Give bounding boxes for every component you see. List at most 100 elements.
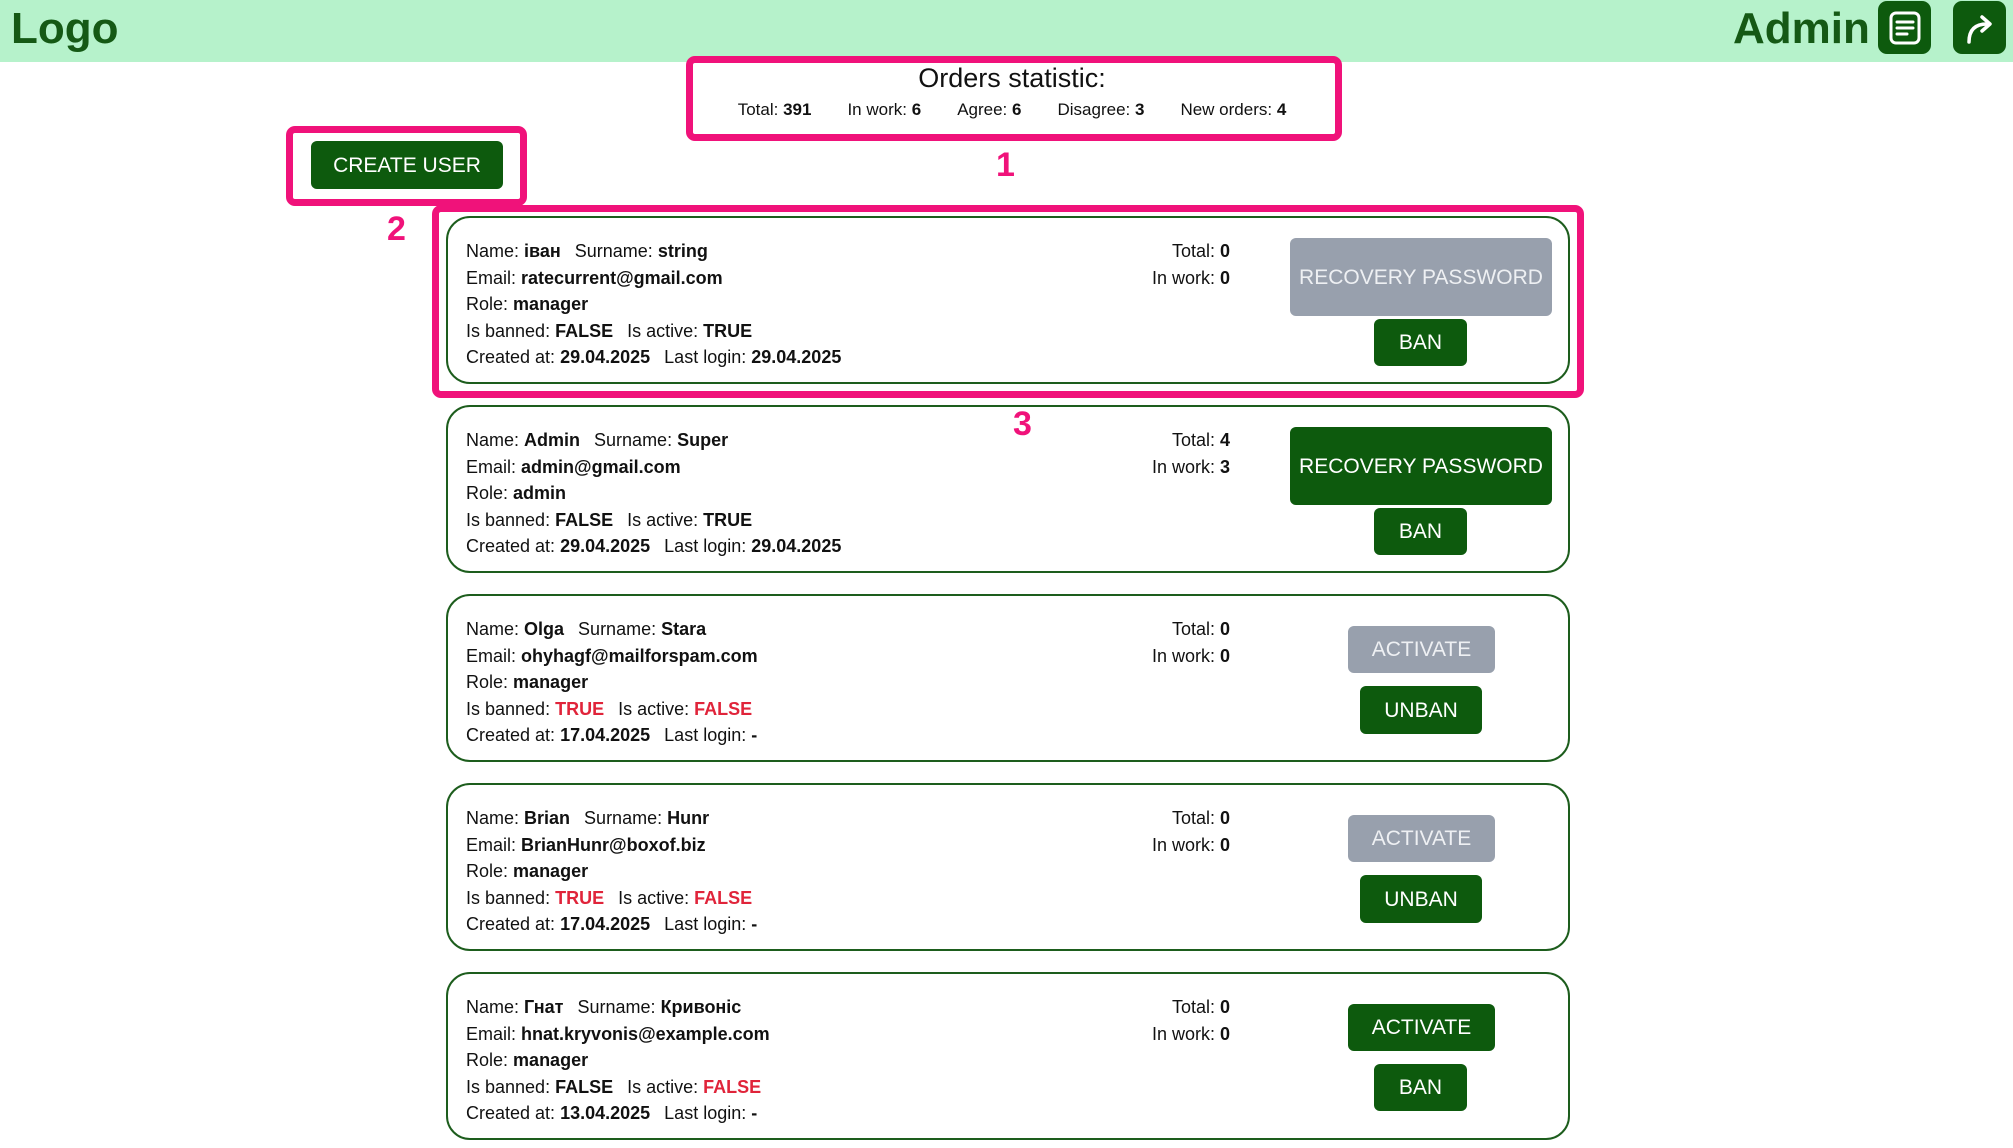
activate-button[interactable]: ACTIVATE [1348,815,1495,862]
is-banned-value: FALSE [555,320,614,341]
role-line: Role: admin [466,483,567,503]
user-total-orders: 0 [1219,997,1230,1017]
unban-button[interactable]: UNBAN [1360,686,1482,734]
recovery-password-button[interactable]: RECOVERY PASSWORD [1290,238,1552,316]
user-total-orders: 0 [1219,241,1230,261]
user-name: Гнат [524,997,564,1017]
user-name: Admin [524,430,581,450]
user-email: hnat.kryvonis@example.com [521,1023,770,1044]
user-role: admin [513,483,567,503]
user-in-work-orders: 0 [1219,645,1230,666]
user-name: Brian [524,808,571,828]
user-card: Name: Admin Surname: Super Email: admin@gm… [446,405,1570,573]
last-login: - [751,1103,758,1123]
user-role: manager [513,861,589,881]
user-role: manager [513,1050,589,1070]
user-order-stats: Total: 0 In work: 0 [1151,619,1230,666]
dates-line: Created at: 17.04.2025 Last login: - [466,914,758,934]
orders-statistic: Orders statistic: Total: 391 In work: 6 … [689,60,1335,130]
activate-button[interactable]: ACTIVATE [1348,626,1495,673]
created-at: 13.04.2025 [560,1103,651,1123]
created-at: 29.04.2025 [560,536,651,556]
annotation-label-2: 2 [387,210,406,248]
user-name: іван [524,241,561,261]
share-arrow-icon [1966,14,1992,44]
name-line: Name: іван Surname: string [466,241,708,261]
user-card: Name: іван Surname: string Email: ratecurr… [446,216,1570,384]
user-order-stats: Total: 0 In work: 0 [1151,997,1230,1044]
user-info: Name: Brian Surname: Hunr Email: BrianHunr… [466,805,757,938]
user-order-stats: Total: 4 In work: 3 [1151,430,1230,477]
dates-line: Created at: 29.04.2025 Last login: 29.04.… [466,347,842,367]
email-line: Email: admin@gmail.com [466,456,681,477]
user-info: Name: Гнат Surname: Кривоніс Email: hnat.k… [466,994,770,1127]
user-surname: Кривоніс [660,997,742,1017]
user-role-label: Admin [1733,4,1870,53]
created-at: 29.04.2025 [560,347,651,367]
user-card: Name: Brian Surname: Hunr Email: BrianHunr… [446,783,1570,951]
user-in-work-orders: 0 [1219,1023,1230,1044]
user-info: Name: Admin Surname: Super Email: admin@gm… [466,427,841,560]
ban-button[interactable]: BAN [1374,319,1467,366]
is-active-value: FALSE [703,1076,762,1097]
status-line: Is banned: TRUE Is active: FALSE [466,887,753,908]
email-line: Email: ratecurrent@gmail.com [466,267,723,288]
user-email: ohyhagf@mailforspam.com [521,645,758,666]
status-line: Is banned: FALSE Is active: TRUE [466,320,753,341]
stat-agree: Agree: 6 [957,100,1022,119]
role-line: Role: manager [466,861,589,881]
name-line: Name: Admin Surname: Super [466,430,729,450]
is-active-value: TRUE [703,509,753,530]
is-banned-value: TRUE [555,887,605,908]
user-email: ratecurrent@gmail.com [521,267,723,288]
role-line: Role: manager [466,1050,589,1070]
user-role: manager [513,294,589,314]
ban-button[interactable]: BAN [1374,1064,1467,1111]
orders-button[interactable] [1878,1,1931,54]
user-name: Olga [524,619,565,639]
email-line: Email: hnat.kryvonis@example.com [466,1023,770,1044]
user-surname: Hunr [667,808,710,828]
stats-row: Total: 391 In work: 6 Agree: 6 Disagree:… [689,100,1335,120]
user-order-stats: Total: 0 In work: 0 [1151,808,1230,855]
user-info: Name: іван Surname: string Email: ratecurr… [466,238,841,371]
top-bar: Logo Admin [0,0,2013,62]
is-banned-value: FALSE [555,1076,614,1097]
last-login: - [751,914,758,934]
user-surname: Super [677,430,729,450]
dates-line: Created at: 29.04.2025 Last login: 29.04.… [466,536,842,556]
activate-button[interactable]: ACTIVATE [1348,1004,1495,1051]
name-line: Name: Olga Surname: Stara [466,619,707,639]
user-info: Name: Olga Surname: Stara Email: ohyhagf@m… [466,616,758,749]
stat-in-work: In work: 6 [847,100,922,119]
role-line: Role: manager [466,672,589,692]
user-total-orders: 4 [1219,430,1230,450]
stats-title: Orders statistic: [918,63,1106,93]
logo[interactable]: Logo [11,2,119,56]
email-line: Email: BrianHunr@boxof.biz [466,834,706,855]
user-surname: string [657,241,708,261]
annotation-label-1: 1 [996,146,1015,184]
stat-disagree: Disagree: 3 [1057,100,1145,119]
ban-button[interactable]: BAN [1374,508,1467,555]
created-at: 17.04.2025 [560,725,651,745]
create-user-button[interactable]: CREATE USER [311,141,503,189]
user-order-stats: Total: 0 In work: 0 [1151,241,1230,288]
unban-button[interactable]: UNBAN [1360,875,1482,923]
stat-total: Total: 391 [737,100,812,119]
user-in-work-orders: 3 [1219,456,1230,477]
user-total-orders: 0 [1219,619,1230,639]
name-line: Name: Brian Surname: Hunr [466,808,710,828]
recovery-password-button[interactable]: RECOVERY PASSWORD [1290,427,1552,505]
logout-button[interactable] [1953,1,2006,54]
user-card: Name: Olga Surname: Stara Email: ohyhagf@m… [446,594,1570,762]
user-surname: Stara [661,619,707,639]
user-role: manager [513,672,589,692]
status-line: Is banned: TRUE Is active: FALSE [466,698,753,719]
document-icon [1889,11,1920,44]
name-line: Name: Гнат Surname: Кривоніс [466,997,742,1017]
status-line: Is banned: FALSE Is active: FALSE [466,1076,762,1097]
stat-new-orders: New orders: 4 [1180,100,1287,119]
user-email: BrianHunr@boxof.biz [521,834,706,855]
last-login: 29.04.2025 [751,347,842,367]
